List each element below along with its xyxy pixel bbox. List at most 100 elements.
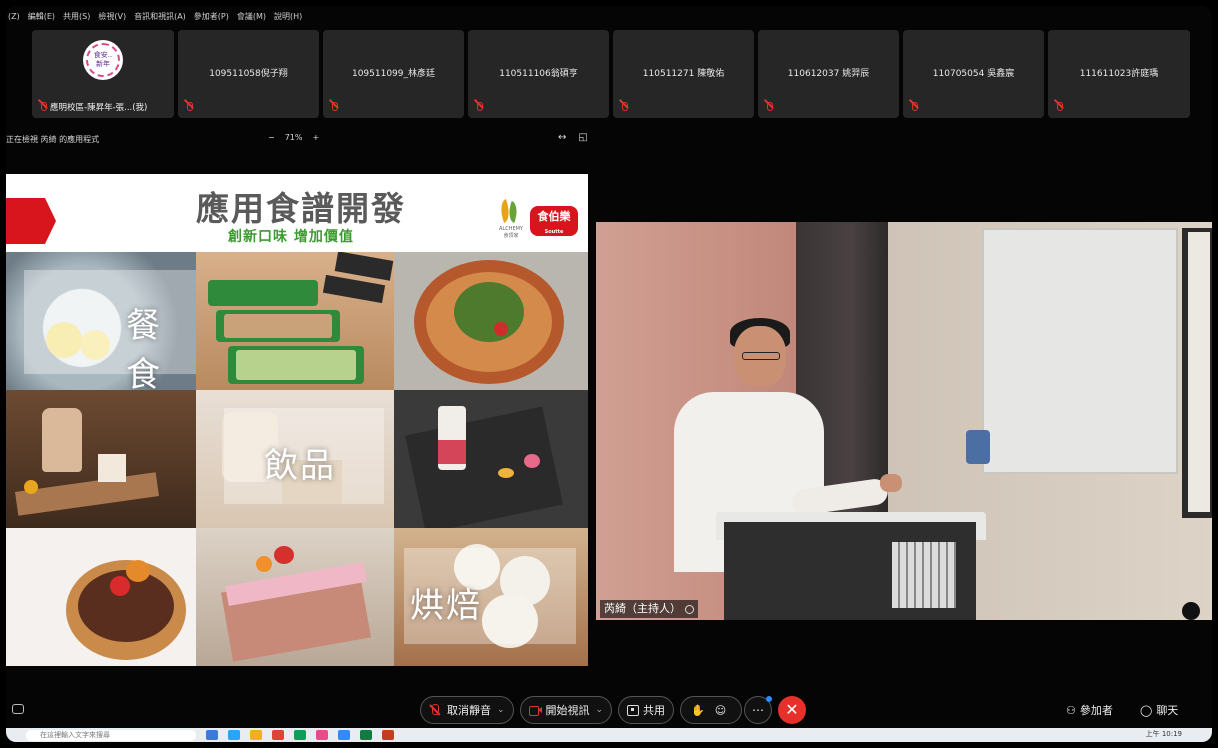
app-icon[interactable] — [294, 730, 306, 740]
participant-tile[interactable]: 111611023許庭瑀 — [1048, 30, 1190, 118]
camera-off-icon — [529, 704, 543, 716]
slide-title: 應用食譜開發 — [196, 189, 406, 228]
alchemy-logo: ALCHEMY 食頂家 — [496, 196, 524, 242]
slide-subtitle: 創新口味 增加價值 — [228, 229, 354, 245]
participant-name: 111611023許庭瑀 — [1079, 69, 1159, 79]
app-icon[interactable] — [382, 730, 394, 740]
participant-tile-self[interactable]: 食安.. 新年 應明校區-陳昇年-張...(我) — [32, 30, 174, 118]
start-video-button[interactable]: 開始視訊 ⌄ — [520, 696, 612, 724]
fit-icon[interactable]: ↔ — [558, 132, 566, 143]
zoom-out-button[interactable]: − — [268, 133, 275, 142]
start-video-label: 開始視訊 — [545, 704, 590, 717]
zoom-controls: − 71% + — [268, 133, 319, 142]
participant-tile[interactable]: 110511106翁碩亨 — [468, 30, 609, 118]
popout-icon[interactable]: ◱ — [578, 132, 587, 143]
chevron-down-icon[interactable]: ⌄ — [497, 705, 505, 715]
participant-tile[interactable]: 110511271 陳敬佑 — [613, 30, 754, 118]
viewing-label: 正在檢視 芮綺 的應用程式 — [6, 135, 100, 144]
close-icon: ✕ — [785, 700, 799, 719]
share-screen-icon — [627, 704, 639, 716]
menu-item-audio-video[interactable]: 音訊和視訊(A) — [134, 11, 186, 22]
photo-macarons: 烘焙 — [394, 528, 588, 666]
menu-item-view[interactable]: 檢視(V) — [98, 11, 126, 22]
chevron-down-icon[interactable]: ⌄ — [595, 705, 603, 715]
avatar-text: 食安.. 新年 — [93, 51, 113, 68]
mic-muted-icon — [429, 704, 441, 716]
mic-muted-icon — [909, 102, 919, 114]
menu-item-help[interactable]: 說明(H) — [274, 11, 302, 22]
zoom-window: (Z) 編輯(E) 共用(S) 檢視(V) 音訊和視訊(A) 參加者(P) 會議… — [6, 6, 1212, 742]
participant-name: 110511106翁碩亨 — [499, 69, 578, 79]
mic-muted-icon — [184, 102, 194, 114]
participant-name: 110612037 姚羿辰 — [787, 69, 870, 79]
photo-drink-glass: 飲品 — [196, 390, 394, 528]
captions-icon[interactable] — [12, 704, 24, 714]
avatar: 食安.. 新年 — [83, 40, 123, 80]
participants-label: 參加者 — [1079, 704, 1113, 717]
chat-button[interactable]: ◯ 聊天 — [1140, 702, 1178, 718]
meeting-toolbar: 取消靜音 ⌄ 開始視訊 ⌄ 共用 ✋ ☺ ⋯ ✕ ⚇ 參加者 ◯ 聊天 — [6, 692, 1212, 726]
participant-name: 應明校區-陳昇年-張...(我) — [50, 103, 148, 113]
participant-tile[interactable]: 109511099_林彥廷 — [323, 30, 464, 118]
raise-hand-icon[interactable]: ✋ — [691, 704, 705, 717]
more-icon[interactable] — [685, 604, 694, 614]
label-meal: 餐食 — [126, 306, 162, 390]
photo-bento-boxes — [196, 252, 394, 390]
view-controls: ↔ ◱ — [558, 132, 588, 143]
zoom-app-icon[interactable] — [338, 730, 350, 740]
participant-tile[interactable]: 109511058倪子翔 — [178, 30, 319, 118]
app-icon[interactable] — [272, 730, 284, 740]
leave-button[interactable]: ✕ — [778, 696, 806, 724]
brand-logo-small: Soutte — [544, 229, 564, 235]
unmute-button[interactable]: 取消靜音 ⌄ — [420, 696, 514, 724]
label-baking: 烘焙 — [410, 586, 482, 626]
host-name: 芮綺（主持人） — [604, 602, 681, 615]
food-photo-grid: 餐食 飲品 烘焙 — [6, 252, 588, 666]
label-drinks: 飲品 — [264, 446, 336, 486]
host-video[interactable]: 芮綺（主持人） — [596, 222, 1212, 620]
participant-tile[interactable]: 110612037 姚羿辰 — [758, 30, 899, 118]
zoom-in-button[interactable]: + — [312, 133, 319, 142]
reactions-group: ✋ ☺ — [680, 696, 742, 724]
participant-name: 110511271 陳敬佑 — [642, 69, 725, 79]
app-icon[interactable] — [206, 730, 218, 740]
menu-item-participants[interactable]: 參加者(P) — [194, 11, 229, 22]
mic-muted-icon — [329, 102, 339, 114]
video-name-tag: 芮綺（主持人） — [600, 600, 698, 618]
participant-name: 109511058倪子翔 — [209, 69, 288, 79]
participant-name: 110705054 吳鑫宸 — [932, 69, 1015, 79]
unmute-label: 取消靜音 — [447, 704, 491, 717]
taskbar-apps — [206, 730, 394, 740]
emoji-icon[interactable]: ☺ — [715, 704, 726, 717]
chat-label: 聊天 — [1156, 704, 1179, 717]
search-placeholder: 在這裡輸入文字來搜尋 — [40, 731, 110, 739]
slide-header: 應用食譜開發 創新口味 增加價值 ALCHEMY 食頂家 食伯樂 Soutte — [6, 174, 588, 252]
folder-icon[interactable] — [250, 730, 262, 740]
app-icon[interactable] — [316, 730, 328, 740]
participants-button[interactable]: ⚇ 參加者 — [1066, 702, 1113, 718]
participant-tile[interactable]: 110705054 吳鑫宸 — [903, 30, 1044, 118]
menu-item-edit[interactable]: 編輯(E) — [28, 11, 55, 22]
menu-item-0[interactable]: (Z) — [8, 12, 20, 21]
mic-muted-icon — [619, 102, 629, 114]
menu-item-share[interactable]: 共用(S) — [63, 11, 90, 22]
mic-muted-icon — [474, 102, 484, 114]
brand-logo: 食伯樂 Soutte — [530, 206, 578, 236]
zoom-level: 71% — [284, 133, 303, 142]
photo-pink-cake — [196, 528, 394, 666]
share-view-bar: 正在檢視 芮綺 的應用程式 − 71% + ↔ ◱ — [6, 132, 592, 148]
share-button[interactable]: 共用 — [618, 696, 674, 724]
menu-bar: (Z) 編輯(E) 共用(S) 檢視(V) 音訊和視訊(A) 參加者(P) 會議… — [6, 6, 1212, 26]
photo-fruit-tart — [6, 528, 196, 666]
os-taskbar: 在這裡輸入文字來搜尋 上午 10:19 — [6, 728, 1212, 742]
chat-bubble-icon: ◯ — [1140, 703, 1153, 717]
app-icon[interactable] — [228, 730, 240, 740]
red-arrow-shape — [6, 198, 56, 244]
taskbar-search[interactable]: 在這裡輸入文字來搜尋 — [26, 730, 196, 741]
share-label: 共用 — [643, 704, 665, 717]
mic-muted-icon — [1054, 102, 1064, 114]
photo-parfait — [394, 390, 588, 528]
app-icon[interactable] — [360, 730, 372, 740]
photo-dessert-plate: 餐食 — [6, 252, 196, 390]
menu-item-meeting[interactable]: 會議(M) — [237, 11, 266, 22]
